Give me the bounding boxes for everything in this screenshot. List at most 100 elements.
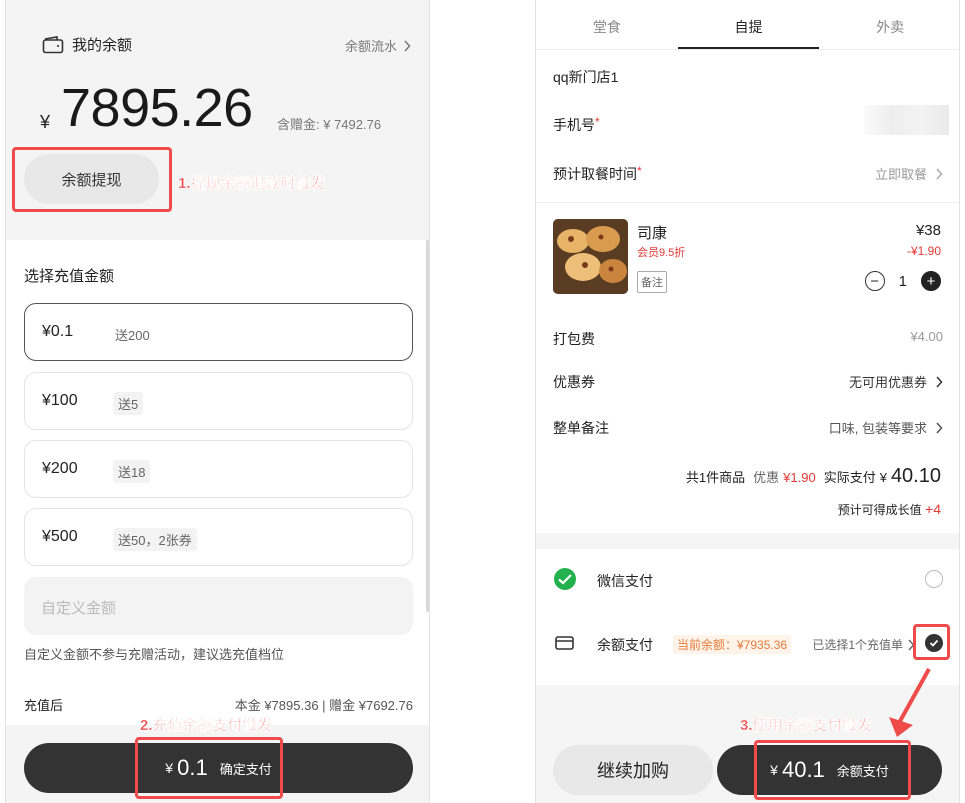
growth-value-row: 预计可得成长值 +4 [838,501,941,518]
store-name: qq新门店1 [553,69,619,85]
option-bonus: 送18 [113,460,151,483]
option-bonus: 送50，2张券 [113,528,197,551]
selected-card-text: 已选择1个充值单 [812,638,903,652]
chevron-right-icon [936,375,943,388]
recharge-title: 选择充值金额 [24,268,115,285]
food-price: ¥38 [915,222,941,239]
option-price: ¥500 [42,528,78,545]
tab-dine-in[interactable]: 堂食 [536,0,678,49]
quantity-stepper: − 1 + [864,271,941,291]
food-discount: -¥1.90 [906,244,941,258]
highlight-balance-radio [913,624,950,660]
item-note-button[interactable]: 备注 [637,271,667,293]
discount-value: ¥1.90 [783,470,816,485]
recharge-option[interactable]: ¥0.1 送200 [24,303,413,361]
pickup-time-label: 预计取餐时间 [553,166,637,182]
coupon-value: 无可用优惠券 [849,372,943,391]
recharge-option[interactable]: ¥500 送50，2张券 [24,508,413,566]
balance-currency: ¥ [40,112,51,132]
coupon-text: 无可用优惠券 [848,375,927,390]
balance-flow-text: 余额流水 [344,39,397,54]
coupon-label: 优惠券 [553,374,595,390]
actual-pay-currency: ¥ [879,470,887,485]
pickup-time-row[interactable]: 预计取餐时间* 立即取餐 [553,164,943,186]
custom-amount-placeholder: 自定义金额 [41,600,117,617]
pickup-time-text: 立即取餐 [874,167,927,182]
tab-delivery[interactable]: 外卖 [819,0,959,49]
growth-label: 预计可得成长值 [837,503,922,517]
member-discount-tag: 会员9.5折 [637,247,686,259]
section-gap [536,533,959,549]
required-mark: * [595,115,600,129]
growth-value: +4 [925,501,941,517]
balance-title-text: 我的余额 [72,37,133,54]
food-name: 司康 [637,225,668,242]
wechat-pay-label: 微信支付 [597,573,653,589]
actual-pay-value: 40.10 [890,465,941,487]
recharge-option[interactable]: ¥100 送5 [24,372,413,430]
chevron-right-icon [404,39,411,52]
tab-pickup[interactable]: 自提 [677,0,820,49]
order-summary: 共1件商品 优惠 ¥1.90 实际支付 ¥ 40.10 [686,465,941,488]
arrow-icon [889,668,931,737]
divider [536,202,959,203]
recharge-screen: 我的余额 余额流水 ¥ 7895.26 含赠金: ¥ 7492.76 余额提现 … [5,0,430,803]
highlight-recharge-pay [135,737,283,799]
after-recharge-label: 充值后 [24,698,64,713]
minus-icon[interactable]: − [864,271,885,291]
scrollbar[interactable] [426,240,429,612]
packing-fee-row: 打包费 ¥4.00 [553,329,943,351]
chevron-right-icon [936,421,943,434]
coupon-row[interactable]: 优惠券 无可用优惠券 [553,372,943,394]
chevron-right-icon [936,167,943,180]
balance-pay-row[interactable]: 余额支付 当前余额：¥7935.36 已选择1个充值单 [553,629,943,659]
phone-label: 手机号 [553,117,595,133]
option-bonus: 送200 [115,328,150,343]
order-remark-value: 口味, 包装等要求 [829,418,943,437]
after-recharge-value: 本金 ¥7895.36 | 赠金 ¥7692.76 [234,698,413,713]
packing-fee-value: ¥4.00 [910,329,943,344]
wechat-icon [554,568,576,590]
quantity-value: 1 [898,272,907,290]
recharge-option[interactable]: ¥200 送18 [24,440,413,498]
order-remark-row[interactable]: 整单备注 口味, 包装等要求 [553,418,943,440]
highlight-withdraw [12,147,172,212]
custom-amount-input[interactable]: 自定义金额 [24,577,413,635]
wallet-icon [42,35,64,53]
item-count: 共1件商品 [685,470,746,485]
balance-pay-label: 余额支付 [597,637,653,653]
discount-label: 优惠 [753,470,780,485]
continue-shopping-button[interactable]: 继续加购 [553,745,713,795]
balance-title: 我的余额 [42,34,132,55]
order-type-tabs: 堂食 自提 外卖 [536,0,959,50]
option-price: ¥0.1 [42,323,74,340]
gift-balance: 含赠金: ¥ 7492.76 [277,117,382,132]
pickup-time-value: 立即取餐 [875,164,943,183]
balance-amount: 7895.26 [61,78,253,138]
required-mark: * [637,164,642,178]
wechat-pay-row[interactable]: 微信支付 [553,565,943,595]
card-icon [555,636,574,650]
selected-card-link[interactable]: 已选择1个充值单 [812,636,915,653]
annotation-balance-pay: 3.使用余额支付触发 [740,717,873,734]
current-balance-badge: 当前余额：¥7935.36 [673,635,792,654]
recharge-sheet: 选择充值金额 ¥0.1 送200 ¥100 送5 ¥200 送18 ¥500 送… [6,240,429,725]
phone-value-masked [864,105,949,135]
plus-icon[interactable]: + [921,271,941,291]
highlight-balance-pay [754,740,911,800]
option-price: ¥200 [42,460,78,477]
after-recharge-row: 充值后 本金 ¥7895.36 | 赠金 ¥7692.76 [24,695,413,714]
actual-pay-label: 实际支付 [823,470,876,485]
annotation-recharge-pay: 2.充值余额支付触发 [140,717,273,734]
annotation-withdraw: 1.提现余额退款时触发 [178,175,326,192]
custom-amount-note: 自定义金额不参与充赠活动，建议选充值档位 [24,647,285,662]
packing-fee-label: 打包费 [553,331,595,347]
option-bonus: 送5 [113,392,144,415]
balance-flow-link[interactable]: 余额流水 [345,36,411,55]
order-remark-label: 整单备注 [553,420,609,436]
scone-image-icon [553,219,628,294]
wechat-pay-radio[interactable] [925,570,943,588]
option-price: ¥100 [42,392,78,409]
food-image [553,219,628,294]
order-remark-text: 口味, 包装等要求 [828,421,927,436]
